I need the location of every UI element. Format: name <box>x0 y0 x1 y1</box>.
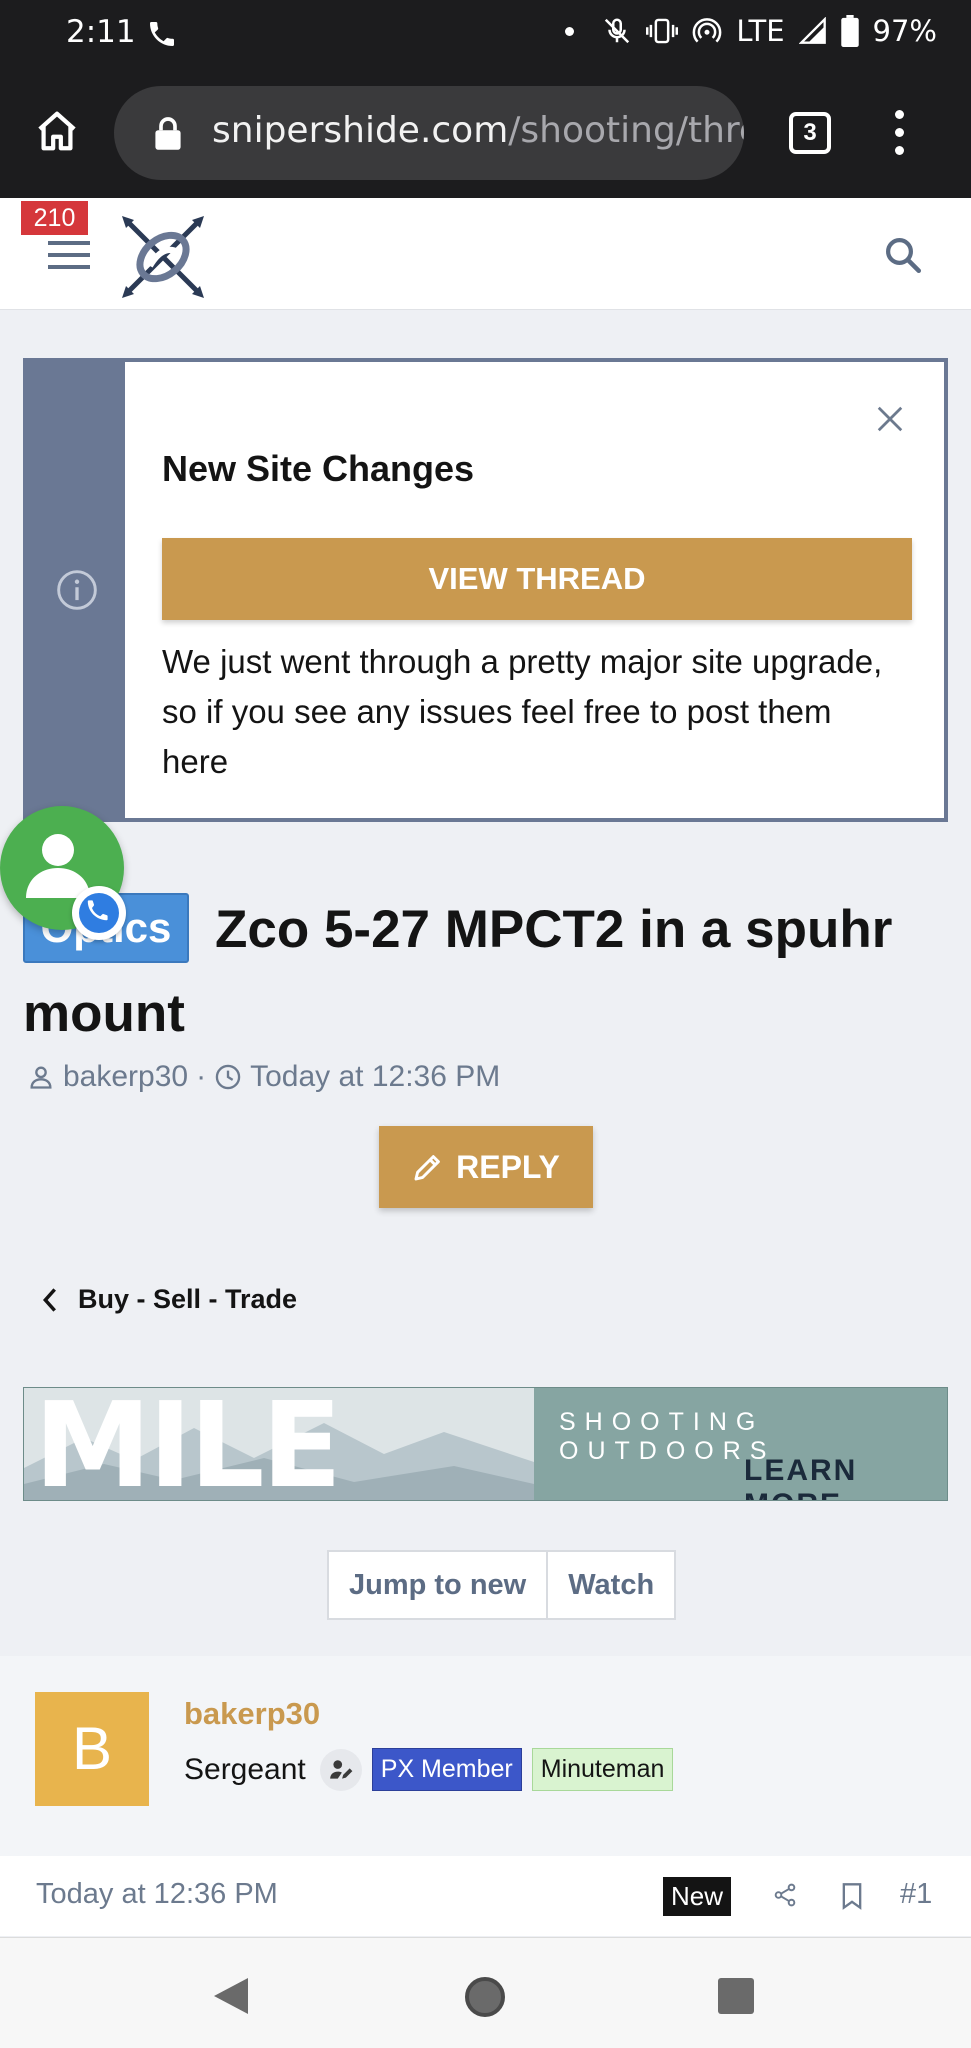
home-nav-icon[interactable] <box>465 1977 505 2017</box>
watch-button[interactable]: Watch <box>548 1552 674 1618</box>
mic-muted-icon <box>605 18 630 44</box>
banner-learn-more[interactable]: LEARN MORE» <box>744 1454 947 1500</box>
px-member-badge: PX Member <box>371 1748 522 1791</box>
clock-icon <box>215 1064 241 1090</box>
battery-percent: 97% <box>872 14 937 48</box>
vibrate-icon <box>646 18 679 44</box>
site-header: 210 <box>0 198 971 310</box>
network-label: LTE <box>736 14 785 48</box>
system-nav-bar <box>0 1937 971 2048</box>
status-time: 2:11 <box>66 14 136 50</box>
battery-icon <box>840 15 859 47</box>
new-badge: New <box>663 1877 732 1916</box>
notification-badge[interactable]: 210 <box>21 201 88 235</box>
banner-headline: MILE HIGH <box>34 1388 342 1501</box>
view-thread-button[interactable]: VIEW THREAD <box>162 538 912 620</box>
search-icon[interactable] <box>882 234 924 276</box>
site-logo[interactable] <box>120 214 206 300</box>
address-bar[interactable]: snipershide.com/shooting/thre <box>114 86 744 180</box>
thread-meta: bakerp30 · Today at 12:36 PM <box>27 1060 500 1094</box>
more-vert-icon[interactable] <box>895 110 904 164</box>
hotspot-icon <box>693 18 722 43</box>
post-number[interactable]: #1 <box>900 1878 932 1911</box>
browser-toolbar: snipershide.com/shooting/thre 3 <box>0 70 971 198</box>
pencil-icon <box>414 1155 440 1181</box>
thread-action-group: Jump to new Watch <box>327 1550 677 1620</box>
breadcrumb-label: Buy - Sell - Trade <box>78 1284 298 1314</box>
meta-separator: · <box>196 1060 207 1093</box>
thread-author[interactable]: bakerp30 <box>63 1060 188 1094</box>
user-icon <box>30 1066 52 1089</box>
post-date[interactable]: Today at 12:36 PM <box>36 1878 278 1911</box>
close-icon[interactable] <box>875 404 905 434</box>
lock-icon <box>155 117 181 150</box>
reply-label: REPLY <box>456 1148 560 1185</box>
info-icon <box>57 570 97 610</box>
notice-body: We just went through a pretty major site… <box>162 643 883 780</box>
hamburger-menu-icon[interactable] <box>48 241 90 277</box>
phone-call-icon <box>79 893 119 933</box>
post-user-block: B bakerp30 Sergeant PX Member Minuteman <box>0 1656 971 1856</box>
ad-banner[interactable]: MILE HIGH SHOOTING OUTDOORS LEARN MORE» <box>23 1387 948 1501</box>
avatar[interactable]: B <box>35 1692 149 1806</box>
user-title: Sergeant <box>184 1752 306 1786</box>
status-bar: 2:11 LTE 97% <box>0 0 971 70</box>
back-icon[interactable] <box>212 1976 250 2016</box>
status-indicators: LTE 97% <box>565 14 937 48</box>
post-meta-bar: Today at 12:36 PM New #1 <box>0 1856 971 1936</box>
url-host: snipershide.com <box>212 110 509 151</box>
tab-switcher-button[interactable]: 3 <box>789 112 831 154</box>
bookmark-icon[interactable] <box>840 1882 864 1910</box>
notice-title: New Site Changes <box>162 448 475 489</box>
phone-bubble <box>72 886 126 940</box>
chevron-left-icon <box>42 1287 56 1312</box>
banner-image: MILE HIGH <box>24 1388 534 1501</box>
url-path: /shooting/thre <box>508 110 744 151</box>
phone-call-icon <box>150 22 174 46</box>
thread-date[interactable]: Today at 12:36 PM <box>250 1060 500 1094</box>
user-title-line: Sergeant PX Member Minuteman <box>184 1748 674 1791</box>
thread-title: Zco 5-27 MPCT2 in a spuhr mount <box>23 900 893 1043</box>
reply-button[interactable]: REPLY <box>379 1126 593 1208</box>
recent-apps-icon[interactable] <box>718 1978 754 2014</box>
user-edit-icon <box>319 1748 362 1791</box>
breadcrumb[interactable]: Buy - Sell - Trade <box>40 1284 297 1315</box>
notification-dot-icon <box>565 26 575 36</box>
minuteman-badge: Minuteman <box>531 1748 674 1791</box>
floating-contact-bubble[interactable] <box>0 806 126 940</box>
url-text[interactable]: snipershide.com/shooting/thre <box>212 110 744 151</box>
notice-sidebar <box>27 362 125 818</box>
jump-to-new-button[interactable]: Jump to new <box>329 1552 546 1618</box>
post-username[interactable]: bakerp30 <box>184 1696 320 1732</box>
signal-icon <box>798 17 826 44</box>
share-icon[interactable] <box>772 1882 798 1908</box>
site-notice: New Site Changes VIEW THREAD We just wen… <box>23 358 948 822</box>
home-icon[interactable] <box>34 108 80 154</box>
